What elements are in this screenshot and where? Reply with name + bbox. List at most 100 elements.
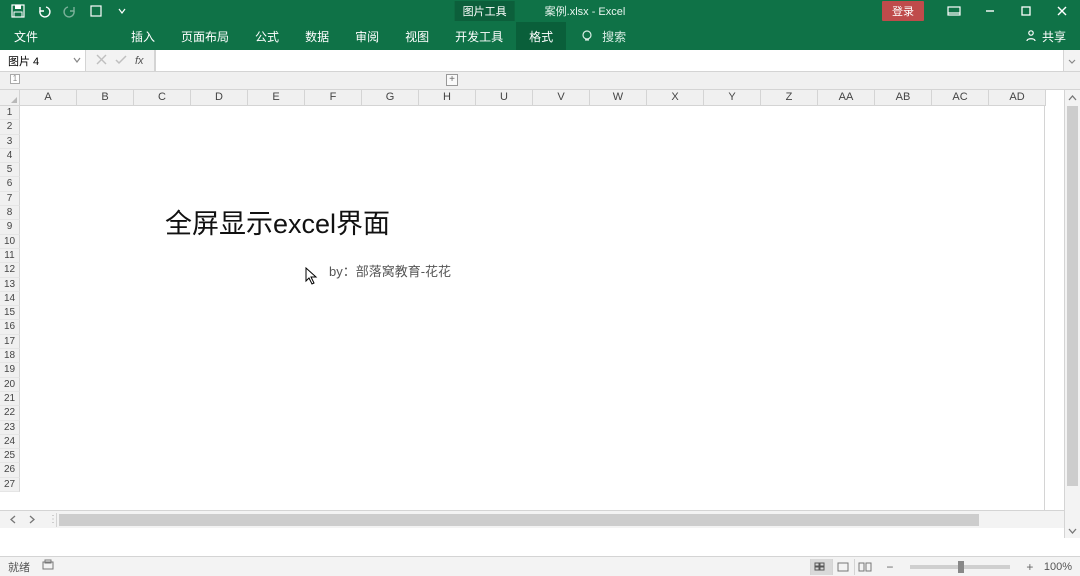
redo-icon[interactable] bbox=[62, 3, 78, 19]
row-header[interactable]: 1 bbox=[0, 106, 20, 120]
row-header[interactable]: 24 bbox=[0, 435, 20, 449]
qat-customize-icon[interactable] bbox=[88, 3, 104, 19]
zoom-out-button[interactable]: − bbox=[884, 560, 896, 574]
row-header[interactable]: 23 bbox=[0, 421, 20, 435]
row-header[interactable]: 5 bbox=[0, 163, 20, 177]
column-header[interactable]: G bbox=[362, 90, 419, 106]
undo-icon[interactable] bbox=[36, 3, 52, 19]
column-header[interactable]: H bbox=[419, 90, 476, 106]
minimize-icon[interactable] bbox=[972, 0, 1008, 22]
column-header[interactable]: AB bbox=[875, 90, 932, 106]
sheet-nav-next-icon[interactable] bbox=[24, 513, 38, 527]
vscroll-thumb[interactable] bbox=[1067, 106, 1078, 486]
row-header[interactable]: 16 bbox=[0, 320, 20, 334]
sheet-tab-row: ⋮ bbox=[0, 510, 1080, 528]
fx-icon[interactable]: fx bbox=[135, 55, 144, 67]
normal-view-icon[interactable] bbox=[810, 559, 832, 575]
row-header[interactable]: 2 bbox=[0, 120, 20, 134]
row-header[interactable]: 25 bbox=[0, 449, 20, 463]
enter-formula-icon bbox=[115, 52, 127, 70]
column-header[interactable]: F bbox=[305, 90, 362, 106]
zoom-level[interactable]: 100% bbox=[1044, 561, 1072, 573]
column-header[interactable]: Y bbox=[704, 90, 761, 106]
group-box-1[interactable]: 1 bbox=[10, 74, 20, 84]
view-buttons bbox=[810, 559, 876, 575]
page-break-view-icon[interactable] bbox=[854, 559, 876, 575]
column-header[interactable]: U bbox=[476, 90, 533, 106]
tab-format[interactable]: 格式 bbox=[516, 22, 566, 50]
row-header[interactable]: 18 bbox=[0, 349, 20, 363]
zoom-in-button[interactable]: + bbox=[1024, 560, 1036, 574]
row-header[interactable]: 10 bbox=[0, 235, 20, 249]
save-icon[interactable] bbox=[10, 3, 26, 19]
close-icon[interactable] bbox=[1044, 0, 1080, 22]
row-header[interactable]: 20 bbox=[0, 378, 20, 392]
row-header[interactable]: 4 bbox=[0, 149, 20, 163]
formula-bar-expand-icon[interactable] bbox=[1064, 50, 1080, 71]
row-header[interactable]: 11 bbox=[0, 249, 20, 263]
tab-formulas[interactable]: 公式 bbox=[242, 22, 292, 50]
row-header[interactable]: 26 bbox=[0, 463, 20, 477]
vertical-scrollbar[interactable] bbox=[1064, 90, 1080, 538]
tab-review[interactable]: 审阅 bbox=[342, 22, 392, 50]
row-header[interactable]: 19 bbox=[0, 363, 20, 377]
row-header[interactable]: 14 bbox=[0, 292, 20, 306]
cells-area[interactable]: 全屏显示excel界面 by：部落窝教育-花花 bbox=[20, 106, 1080, 510]
column-header[interactable]: V bbox=[533, 90, 590, 106]
tab-insert[interactable]: 插入 bbox=[118, 22, 168, 50]
column-header[interactable]: X bbox=[647, 90, 704, 106]
scroll-up-icon[interactable] bbox=[1065, 90, 1080, 106]
row-header[interactable]: 27 bbox=[0, 478, 20, 492]
macro-record-icon[interactable] bbox=[42, 559, 54, 574]
row-header[interactable]: 15 bbox=[0, 306, 20, 320]
row-header[interactable]: 6 bbox=[0, 177, 20, 191]
formula-input[interactable] bbox=[155, 50, 1064, 71]
column-header[interactable]: AA bbox=[818, 90, 875, 106]
column-header[interactable]: AD bbox=[989, 90, 1046, 106]
column-header[interactable]: C bbox=[134, 90, 191, 106]
column-header[interactable]: B bbox=[77, 90, 134, 106]
sheet-nav bbox=[0, 513, 44, 527]
tab-data[interactable]: 数据 bbox=[292, 22, 342, 50]
column-header[interactable]: W bbox=[590, 90, 647, 106]
row-header[interactable]: 8 bbox=[0, 206, 20, 220]
contextual-tab-label: 图片工具 bbox=[455, 1, 515, 21]
tab-developer[interactable]: 开发工具 bbox=[442, 22, 516, 50]
tab-file[interactable]: 文件 bbox=[0, 22, 58, 50]
row-header[interactable]: 17 bbox=[0, 335, 20, 349]
login-button[interactable]: 登录 bbox=[882, 1, 924, 21]
hscroll-track[interactable] bbox=[56, 513, 1060, 527]
column-header[interactable]: AC bbox=[932, 90, 989, 106]
zoom-thumb[interactable] bbox=[958, 561, 964, 573]
row-header[interactable]: 3 bbox=[0, 135, 20, 149]
cancel-formula-icon bbox=[96, 52, 107, 70]
select-all-triangle[interactable] bbox=[0, 90, 20, 106]
column-header[interactable]: Z bbox=[761, 90, 818, 106]
row-header[interactable]: 21 bbox=[0, 392, 20, 406]
row-header[interactable]: 22 bbox=[0, 406, 20, 420]
row-header[interactable]: 13 bbox=[0, 278, 20, 292]
tab-page-layout[interactable]: 页面布局 bbox=[168, 22, 242, 50]
column-header[interactable]: A bbox=[20, 90, 77, 106]
column-header[interactable]: E bbox=[248, 90, 305, 106]
share-button[interactable]: 共享 bbox=[1024, 28, 1080, 45]
name-box-dropdown-icon[interactable] bbox=[73, 55, 81, 67]
page-layout-view-icon[interactable] bbox=[832, 559, 854, 575]
ribbon-display-options-icon[interactable] bbox=[936, 0, 972, 22]
column-header[interactable]: D bbox=[191, 90, 248, 106]
qat-dropdown-icon[interactable] bbox=[114, 3, 130, 19]
name-box[interactable]: 图片 4 bbox=[0, 50, 86, 71]
tab-view[interactable]: 视图 bbox=[392, 22, 442, 50]
row-header[interactable]: 7 bbox=[0, 192, 20, 206]
tell-me-search[interactable]: 搜索 bbox=[580, 28, 626, 45]
add-group-box[interactable]: + bbox=[446, 74, 458, 86]
sheet-nav-prev-icon[interactable] bbox=[6, 513, 20, 527]
row-header[interactable]: 9 bbox=[0, 220, 20, 234]
row-header[interactable]: 12 bbox=[0, 263, 20, 277]
scroll-down-icon[interactable] bbox=[1065, 522, 1080, 538]
maximize-icon[interactable] bbox=[1008, 0, 1044, 22]
vscroll-track[interactable] bbox=[1065, 106, 1080, 522]
worksheet-grid[interactable]: ABCDEFGHUVWXYZAAABACAD 12345678910111213… bbox=[0, 90, 1080, 510]
zoom-slider[interactable] bbox=[910, 565, 1010, 569]
hscroll-thumb[interactable] bbox=[59, 514, 979, 526]
